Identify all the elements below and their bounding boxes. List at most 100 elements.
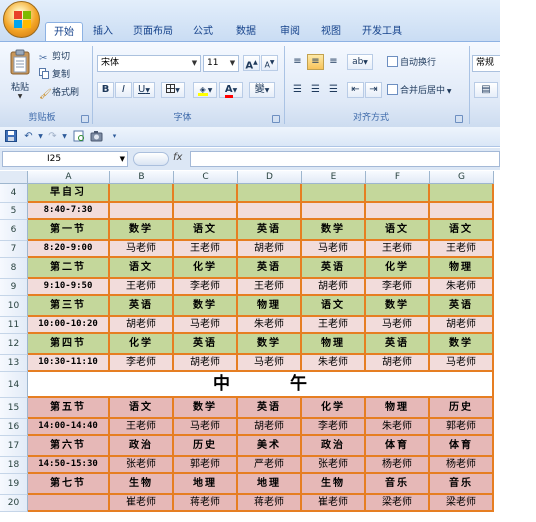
cell-B13[interactable]: 李老师: [110, 355, 174, 372]
cell-A12[interactable]: 第四节: [28, 334, 110, 355]
row-header[interactable]: 10: [0, 296, 28, 317]
cell-F9[interactable]: 李老师: [366, 279, 430, 296]
cell-E15[interactable]: 化学: [302, 398, 366, 419]
cell-G19[interactable]: 音乐: [430, 474, 494, 495]
cell-E12[interactable]: 物理: [302, 334, 366, 355]
cell-E6[interactable]: 数学: [302, 220, 366, 241]
accounting-format-button[interactable]: ▤: [474, 82, 498, 98]
align-right-button[interactable]: ☰: [325, 82, 342, 98]
cell-A10[interactable]: 第三节: [28, 296, 110, 317]
orientation-button[interactable]: ab▼: [347, 54, 373, 70]
cell-F8[interactable]: 化学: [366, 258, 430, 279]
cell-A20[interactable]: [28, 495, 110, 512]
paste-button[interactable]: 粘贴 ▼: [7, 48, 33, 104]
format-painter-button[interactable]: 🖌格式刷: [39, 85, 79, 101]
cell-A4[interactable]: 早自习: [28, 184, 110, 203]
row-header[interactable]: 16: [0, 419, 28, 436]
copy-button[interactable]: 复制: [39, 67, 70, 83]
cell-G12[interactable]: 数学: [430, 334, 494, 355]
column-header[interactable]: C: [174, 171, 238, 184]
cell-G6[interactable]: 语文: [430, 220, 494, 241]
cell-F11[interactable]: 马老师: [366, 317, 430, 334]
camera-icon[interactable]: [90, 130, 103, 143]
cell-A19[interactable]: 第七节: [28, 474, 110, 495]
increase-indent-button[interactable]: ⇥: [365, 82, 382, 98]
cell-B17[interactable]: 政治: [110, 436, 174, 457]
bold-button[interactable]: B: [97, 82, 114, 98]
cell-E9[interactable]: 胡老师: [302, 279, 366, 296]
cell-B18[interactable]: 张老师: [110, 457, 174, 474]
cell-D18[interactable]: 严老师: [238, 457, 302, 474]
cell-A15[interactable]: 第五节: [28, 398, 110, 419]
cell-E13[interactable]: 朱老师: [302, 355, 366, 372]
column-header[interactable]: E: [302, 171, 366, 184]
font-color-button[interactable]: A▼: [219, 82, 243, 98]
row-header[interactable]: 13: [0, 355, 28, 372]
column-header[interactable]: G: [430, 171, 494, 184]
cell-C6[interactable]: 语文: [174, 220, 238, 241]
select-all-corner[interactable]: [0, 171, 28, 184]
cell-C13[interactable]: 胡老师: [174, 355, 238, 372]
row-header[interactable]: 20: [0, 495, 28, 512]
insert-function-icon[interactable]: fx: [173, 152, 187, 166]
cell-C5[interactable]: [174, 203, 238, 220]
cell-C7[interactable]: 王老师: [174, 241, 238, 258]
cell-G20[interactable]: 梁老师: [430, 495, 494, 512]
column-header[interactable]: F: [366, 171, 430, 184]
cell-G10[interactable]: 英语: [430, 296, 494, 317]
alignment-dialog-launcher-icon[interactable]: [455, 115, 463, 123]
column-header[interactable]: A: [28, 171, 110, 184]
row-header[interactable]: 5: [0, 203, 28, 220]
cell-G11[interactable]: 胡老师: [430, 317, 494, 334]
cell-D12[interactable]: 数学: [238, 334, 302, 355]
shrink-font-button[interactable]: A▼: [261, 55, 278, 71]
cell-C11[interactable]: 马老师: [174, 317, 238, 334]
cell-D16[interactable]: 胡老师: [238, 419, 302, 436]
tab-8[interactable]: 开发工具: [354, 22, 410, 41]
decrease-indent-button[interactable]: ⇤: [347, 82, 364, 98]
cell-B12[interactable]: 化学: [110, 334, 174, 355]
cell-C17[interactable]: 历史: [174, 436, 238, 457]
cell-C8[interactable]: 化学: [174, 258, 238, 279]
cell-C12[interactable]: 英语: [174, 334, 238, 355]
cell-B19[interactable]: 生物: [110, 474, 174, 495]
cell-G13[interactable]: 马老师: [430, 355, 494, 372]
cell-F15[interactable]: 物理: [366, 398, 430, 419]
cell-F20[interactable]: 梁老师: [366, 495, 430, 512]
row-header[interactable]: 17: [0, 436, 28, 457]
cell-D15[interactable]: 英语: [238, 398, 302, 419]
borders-button[interactable]: ▼: [161, 82, 185, 98]
cell-G8[interactable]: 物理: [430, 258, 494, 279]
cell-C18[interactable]: 郭老师: [174, 457, 238, 474]
column-header[interactable]: D: [238, 171, 302, 184]
cell-D13[interactable]: 马老师: [238, 355, 302, 372]
row-header[interactable]: 4: [0, 184, 28, 203]
cell-C19[interactable]: 地理: [174, 474, 238, 495]
preview-icon[interactable]: [72, 130, 85, 143]
row-header[interactable]: 11: [0, 317, 28, 334]
cell-D10[interactable]: 物理: [238, 296, 302, 317]
phonetic-button[interactable]: 變▼: [249, 82, 275, 98]
cell-G5[interactable]: [430, 203, 494, 220]
cell-D5[interactable]: [238, 203, 302, 220]
merge-center-button[interactable]: 合并后居中 ▼: [387, 83, 452, 99]
cell-A7[interactable]: 8:20-9:00: [28, 241, 110, 258]
cell-B16[interactable]: 王老师: [110, 419, 174, 436]
italic-button[interactable]: I: [115, 82, 132, 98]
font-size-combobox[interactable]: 11 ▼: [203, 55, 239, 72]
row-header[interactable]: 18: [0, 457, 28, 474]
cell-E20[interactable]: 崔老师: [302, 495, 366, 512]
save-icon[interactable]: [4, 130, 17, 143]
number-format-combobox[interactable]: 常规: [472, 55, 500, 72]
cell-C15[interactable]: 数学: [174, 398, 238, 419]
cell-F5[interactable]: [366, 203, 430, 220]
row-header[interactable]: 8: [0, 258, 28, 279]
cell-D8[interactable]: 英语: [238, 258, 302, 279]
cell-D7[interactable]: 胡老师: [238, 241, 302, 258]
cell-A6[interactable]: 第一节: [28, 220, 110, 241]
cell-F12[interactable]: 英语: [366, 334, 430, 355]
font-dialog-launcher-icon[interactable]: [272, 115, 280, 123]
cell-F6[interactable]: 语文: [366, 220, 430, 241]
row-header[interactable]: 15: [0, 398, 28, 419]
cell-D4[interactable]: [238, 184, 302, 203]
